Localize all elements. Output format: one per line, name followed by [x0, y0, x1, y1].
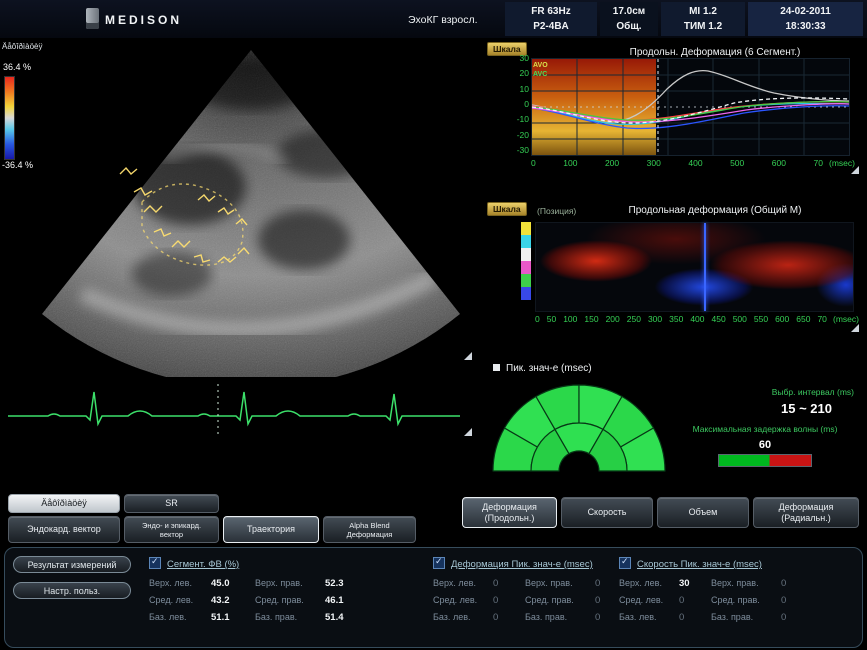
trajectory-button[interactable]: Траектория [223, 516, 319, 543]
index-info: MI 1.2 ТИМ 1.2 [661, 2, 745, 36]
mmode-cursor-line [704, 223, 706, 311]
table-row: Верх. лев.0 Верх. прав.0 [433, 578, 623, 589]
strain-chart-panel: Шкала Продольн. Деформация (6 Сегмент.) … [485, 40, 865, 192]
segment-ef-section: Сегмент. ФВ (%) Верх. лев.45.0 Верх. пра… [149, 554, 419, 623]
measurement-result-button[interactable]: Результат измерений [13, 556, 131, 573]
bullet-square-icon [493, 364, 500, 371]
medison-logo-icon [86, 8, 99, 29]
delay-scale-bar [718, 454, 812, 467]
datetime-info: 24-02-2011 18:30:33 [748, 2, 863, 36]
legend-color [521, 222, 531, 235]
legend-color [521, 248, 531, 261]
strain-radial-button[interactable]: Деформация (Радиальн.) [753, 497, 859, 528]
checkbox[interactable] [433, 557, 445, 569]
endo-epicard-vector-button[interactable]: Эндо- и эпикард. вектор [124, 516, 219, 543]
strain-x-axis: 0 100 200 300 400 500 600 70 [531, 158, 823, 168]
velocity-button[interactable]: Скорость [561, 497, 653, 528]
position-label: (Позиция) [537, 206, 576, 216]
legend-color [521, 261, 531, 274]
frame-rate: FR 63Hz [505, 4, 597, 19]
section-header: Сегмент. ФВ (%) [167, 559, 239, 570]
velocity-peak-section: Скорость Пик. знач-е (msec) Верх. лев.30… [619, 554, 809, 623]
strain-peak-section: Деформация Пик. знач-е (msec) Верх. лев.… [433, 554, 623, 623]
resize-handle-icon[interactable] [851, 324, 859, 332]
checkbox[interactable] [619, 557, 631, 569]
strain-longitudinal-button[interactable]: Деформация (Продольн.) [462, 497, 557, 528]
alpha-blend-button[interactable]: Alpha Blend Деформация [323, 516, 416, 543]
table-row: Сред. лев.43.2 Сред. прав.46.1 [149, 595, 419, 606]
strain-mmode-heatmap [535, 222, 854, 312]
mode-label: Общ. [600, 19, 658, 34]
mmode-x-unit: (msec) [833, 314, 859, 324]
table-row: Баз. лев.0 Баз. прав.0 [619, 612, 809, 623]
ultrasound-image[interactable] [22, 42, 482, 377]
exam-type-label: ЭхоКГ взросл. [408, 14, 478, 26]
depth-value: 17.0см [600, 4, 658, 19]
avc-badge: AVC [533, 70, 548, 79]
legend-color [521, 287, 531, 300]
delay-label: Максимальная задержка волны (ms) [670, 424, 860, 434]
section-header: Деформация Пик. знач-е (msec) [451, 559, 593, 570]
table-row: Сред. лев.0 Сред. прав.0 [433, 595, 623, 606]
probe-name: P2-4BA [505, 19, 597, 34]
results-panel: Результат измерений Настр. польз. Сегмен… [4, 547, 863, 648]
peak-values-readouts: Выбр. интервал (ms) 15 ~ 210 Максимальна… [670, 387, 860, 467]
delay-value: 60 [670, 439, 860, 451]
legend-color [521, 274, 531, 287]
top-bar: MEDISON ЭхоКГ взросл. FR 63Hz P2-4BA 17.… [0, 0, 867, 39]
resize-handle-icon[interactable] [464, 428, 472, 436]
section-header: Скорость Пик. знач-е (msec) [637, 559, 762, 570]
scale-button[interactable]: Шкала [487, 202, 527, 216]
user-settings-button[interactable]: Настр. польз. [13, 582, 131, 599]
strain-chart-title: Продольн. Деформация (6 Сегмент.) [575, 47, 855, 58]
mmode-title: Продольная деформация (Общий M) [575, 205, 855, 216]
deformation-button[interactable]: Äåôîðìàöèÿ [8, 494, 120, 513]
time-value: 18:30:33 [748, 19, 863, 34]
table-row: Сред. лев.0 Сред. прав.0 [619, 595, 809, 606]
strain-y-axis: 30 20 10 0 -10 -20 -30 [505, 53, 529, 155]
segment-color-legend [521, 222, 531, 300]
mi-value: MI 1.2 [661, 4, 745, 19]
resize-handle-icon[interactable] [851, 166, 859, 174]
sr-button[interactable]: SR [124, 494, 219, 513]
ecg-trace [8, 382, 460, 436]
date-value: 24-02-2011 [748, 4, 863, 19]
mmode-x-axis: 0 50 100 150 200 250 300 350 400 450 500… [535, 314, 827, 324]
endocard-vector-button[interactable]: Эндокард. вектор [8, 516, 120, 543]
segment-bullseye-diagram[interactable] [491, 379, 669, 475]
strain-colorbar [4, 76, 15, 160]
legend-color [521, 235, 531, 248]
interval-label: Выбр. интервал (ms) [670, 387, 860, 397]
peak-values-title: Пик. знач-е (msec) [493, 363, 592, 374]
tim-value: ТИМ 1.2 [661, 19, 745, 34]
resize-handle-icon[interactable] [464, 352, 472, 360]
checkbox[interactable] [149, 557, 161, 569]
table-row: Верх. лев.30 Верх. прав.0 [619, 578, 809, 589]
mmode-panel: Шкала (Позиция) Продольная деформация (О… [485, 196, 865, 348]
table-row: Баз. лев.0 Баз. прав.0 [433, 612, 623, 623]
avo-badge: AVO [533, 61, 548, 70]
table-row: Баз. лев.51.1 Баз. прав.51.4 [149, 612, 419, 623]
peak-values-panel: Пик. знач-е (msec) Выбр. интервал (ms) 1… [485, 355, 865, 492]
table-row: Верх. лев.45.0 Верх. прав.52.3 [149, 578, 419, 589]
ultrasound-app: MEDISON ЭхоКГ взросл. FR 63Hz P2-4BA 17.… [0, 0, 867, 650]
depth-info: 17.0см Общ. [600, 2, 658, 36]
strain-curves-plot [531, 58, 850, 156]
brand-text: MEDISON [105, 13, 182, 27]
volume-button[interactable]: Объем [657, 497, 749, 528]
interval-value: 15 ~ 210 [670, 401, 860, 416]
acquisition-info: FR 63Hz P2-4BA [505, 2, 597, 36]
